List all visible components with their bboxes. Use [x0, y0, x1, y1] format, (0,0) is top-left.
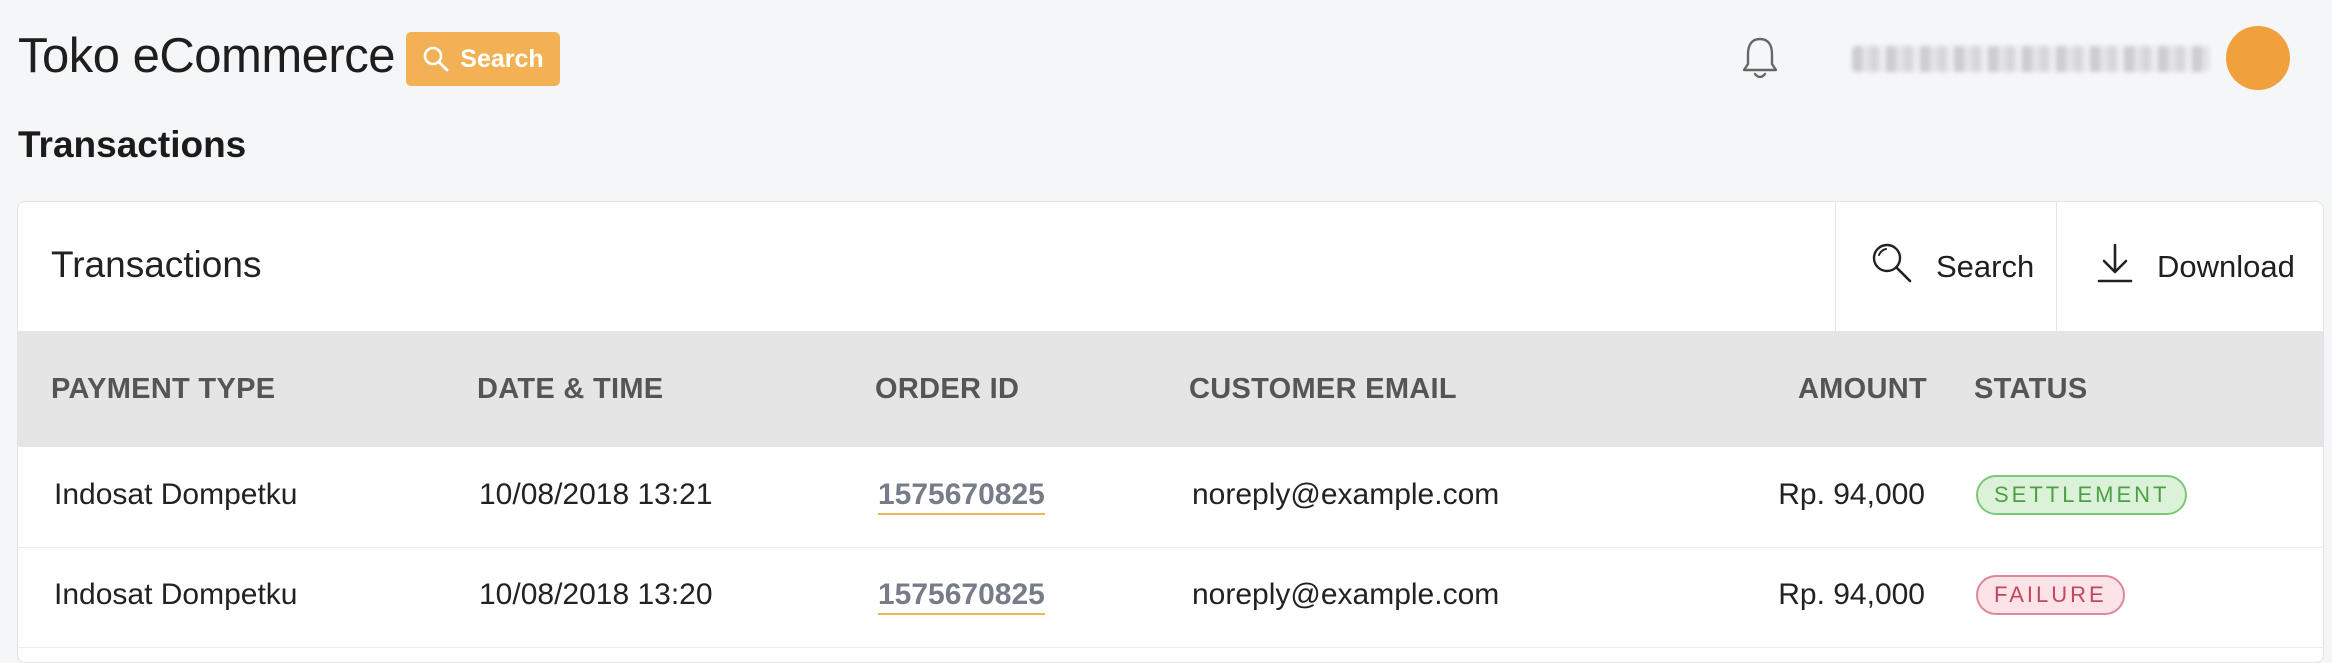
- order-id-cell: 1575670825: [878, 578, 1045, 615]
- card-title: Transactions: [51, 244, 262, 285]
- table-row[interactable]: Indosat Dompetku 10/08/2018 13:21 157567…: [18, 447, 2323, 548]
- payment-type-cell: Indosat Dompetku: [54, 578, 298, 611]
- amount-cell: Rp. 94,000: [1778, 578, 1925, 611]
- email-cell: noreply@example.com: [1192, 578, 1500, 611]
- column-header-customer-email[interactable]: CUSTOMER EMAIL: [1189, 373, 1457, 406]
- email-cell: noreply@example.com: [1192, 478, 1500, 511]
- user-email-redacted: [1852, 46, 2210, 72]
- column-header-date-time[interactable]: DATE & TIME: [477, 373, 663, 406]
- search-icon: [1870, 241, 1914, 293]
- header-search-label: Search: [460, 44, 544, 73]
- column-header-amount[interactable]: AMOUNT: [1798, 373, 1927, 406]
- status-badge: SETTLEMENT: [1976, 475, 2188, 515]
- card-header: Transactions Search Download: [18, 202, 2323, 331]
- transactions-card: Transactions Search Download PAYMENT TYP…: [17, 201, 2324, 663]
- table-search-button[interactable]: Search: [1835, 202, 2056, 331]
- payment-type-cell: Indosat Dompetku: [54, 478, 298, 511]
- download-icon: [2095, 241, 2135, 293]
- amount-cell: Rp. 94,000: [1778, 478, 1925, 511]
- column-header-payment-type[interactable]: PAYMENT TYPE: [51, 373, 275, 406]
- order-id-link[interactable]: 1575670825: [878, 478, 1045, 515]
- app-title: Toko eCommerce: [18, 29, 395, 83]
- column-header-status[interactable]: STATUS: [1974, 373, 2088, 406]
- datetime-cell: 10/08/2018 13:21: [479, 478, 713, 511]
- header-search-button[interactable]: Search: [406, 32, 560, 86]
- order-id-cell: 1575670825: [878, 478, 1045, 515]
- column-header-order-id[interactable]: ORDER ID: [875, 373, 1019, 406]
- bell-icon[interactable]: [1740, 34, 1780, 87]
- table-header: PAYMENT TYPE DATE & TIME ORDER ID CUSTOM…: [18, 331, 2323, 447]
- avatar[interactable]: [2226, 26, 2290, 90]
- status-badge: FAILURE: [1976, 575, 2125, 615]
- table-search-label: Search: [1936, 248, 2035, 284]
- datetime-cell: 10/08/2018 13:20: [479, 578, 713, 611]
- order-id-link[interactable]: 1575670825: [878, 578, 1045, 615]
- download-button[interactable]: Download: [2056, 202, 2323, 331]
- top-bar: Toko eCommerce Search: [0, 0, 2332, 120]
- download-label: Download: [2157, 248, 2295, 284]
- page-title: Transactions: [18, 124, 247, 165]
- table-row[interactable]: Indosat Dompetku 10/08/2018 13:20 157567…: [18, 547, 2323, 648]
- search-icon: [422, 45, 450, 73]
